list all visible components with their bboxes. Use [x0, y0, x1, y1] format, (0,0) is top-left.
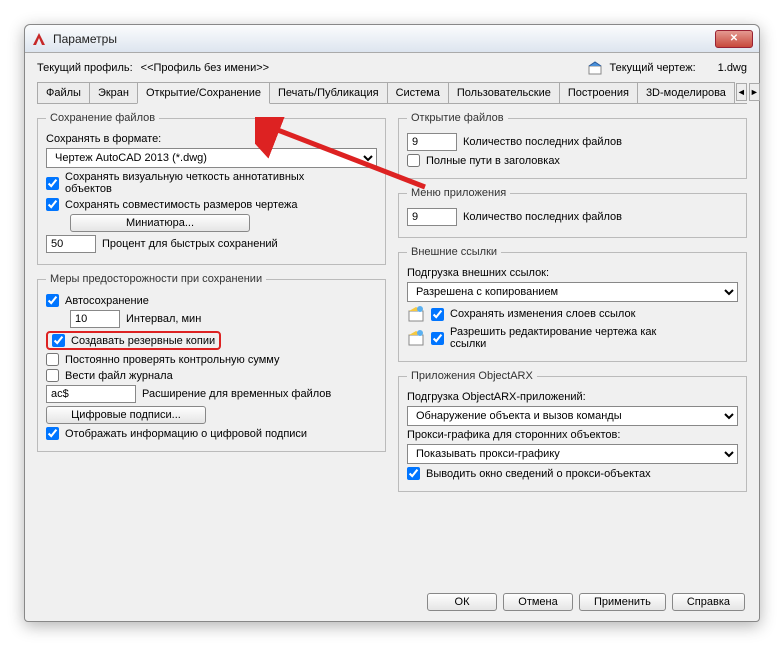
proxy-dlg-checkbox[interactable]: [407, 467, 420, 480]
visual-fidelity-label: Сохранять визуальную четкость аннотативн…: [65, 171, 315, 195]
drawing-value: 1.dwg: [718, 62, 747, 74]
legend-arx: Приложения ObjectARX: [407, 370, 537, 382]
tab-files[interactable]: Файлы: [37, 82, 90, 103]
arx-load-select[interactable]: Обнаружение объекта и вызов команды: [407, 406, 738, 426]
help-button[interactable]: Справка: [672, 593, 745, 611]
tab-draft[interactable]: Построения: [559, 82, 638, 103]
drawing-label: Текущий чертеж:: [610, 62, 696, 74]
tab-display[interactable]: Экран: [89, 82, 138, 103]
percent-input[interactable]: [46, 235, 96, 253]
profile-value: <<Профиль без имени>>: [141, 62, 269, 74]
visual-fidelity-checkbox[interactable]: [46, 177, 59, 190]
miniature-button[interactable]: Миниатюра...: [70, 214, 250, 232]
legend-open-files: Открытие файлов: [407, 112, 508, 124]
dim-compat-checkbox[interactable]: [46, 198, 59, 211]
legend-app-menu: Меню приложения: [407, 187, 510, 199]
drawing-icon: [588, 61, 602, 75]
profile-row: Текущий профиль: <<Профиль без имени>> Т…: [37, 61, 747, 75]
backup-label: Создавать резервные копии: [71, 335, 215, 347]
show-sign-label: Отображать информацию о цифровой подписи: [65, 428, 307, 440]
titlebar: Параметры ✕: [25, 25, 759, 53]
window-title: Параметры: [53, 32, 715, 46]
appmenu-recent-label: Количество последних файлов: [463, 211, 622, 223]
xref-layers-icon: [407, 305, 425, 323]
xref-edit-icon: [407, 329, 425, 347]
interval-input[interactable]: [70, 310, 120, 328]
backup-highlight: Создавать резервные копии: [46, 331, 221, 350]
recent-files-label: Количество последних файлов: [463, 136, 622, 148]
xref-edit-checkbox[interactable]: [431, 332, 444, 345]
profile-label: Текущий профиль:: [37, 62, 133, 74]
show-sign-checkbox[interactable]: [46, 427, 59, 440]
group-arx: Приложения ObjectARX Подгрузка ObjectARX…: [398, 370, 747, 492]
tab-3d[interactable]: 3D-моделирова: [637, 82, 735, 103]
apply-button[interactable]: Применить: [579, 593, 666, 611]
interval-label: Интервал, мин: [126, 313, 201, 325]
group-precaution: Меры предосторожности при сохранении Авт…: [37, 273, 386, 452]
tab-open-save[interactable]: Открытие/Сохранение: [137, 82, 270, 104]
xref-save-layer-label: Сохранять изменения слоев ссылок: [450, 308, 635, 320]
signatures-button[interactable]: Цифровые подписи...: [46, 406, 206, 424]
checksum-label: Постоянно проверять контрольную сумму: [65, 354, 279, 366]
legend-precaution: Меры предосторожности при сохранении: [46, 273, 266, 285]
full-paths-checkbox[interactable]: [407, 154, 420, 167]
proxy-label: Прокси-графика для сторонних объектов:: [407, 429, 620, 441]
options-dialog: Параметры ✕ Текущий профиль: <<Профиль б…: [24, 24, 760, 622]
close-button[interactable]: ✕: [715, 30, 753, 48]
xref-load-label: Подгрузка внешних ссылок:: [407, 267, 549, 279]
appmenu-recent-input[interactable]: [407, 208, 457, 226]
backup-checkbox[interactable]: [52, 334, 65, 347]
tab-scroll-right[interactable]: ►: [749, 83, 760, 101]
format-label: Сохранять в формате:: [46, 133, 161, 145]
proxy-select[interactable]: Показывать прокси-графику: [407, 444, 738, 464]
dim-compat-label: Сохранять совместимость размеров чертежа: [65, 199, 297, 211]
tab-system[interactable]: Система: [387, 82, 449, 103]
log-label: Вести файл журнала: [65, 370, 173, 382]
format-select[interactable]: Чертеж AutoCAD 2013 (*.dwg): [46, 148, 377, 168]
xref-load-select[interactable]: Разрешена с копированием: [407, 282, 738, 302]
xref-edit-label: Разрешить редактирование чертежа как ссы…: [450, 326, 690, 350]
autosave-label: Автосохранение: [65, 295, 149, 307]
group-app-menu: Меню приложения Количество последних фай…: [398, 187, 747, 238]
group-xrefs: Внешние ссылки Подгрузка внешних ссылок:…: [398, 246, 747, 362]
legend-save-files: Сохранение файлов: [46, 112, 159, 124]
autosave-checkbox[interactable]: [46, 294, 59, 307]
tab-scroll-left[interactable]: ◄: [736, 83, 747, 101]
tab-user[interactable]: Пользовательские: [448, 82, 560, 103]
recent-files-input[interactable]: [407, 133, 457, 151]
full-paths-label: Полные пути в заголовках: [426, 155, 560, 167]
ext-label: Расширение для временных файлов: [142, 388, 331, 400]
ext-input[interactable]: [46, 385, 136, 403]
tabs: Файлы Экран Открытие/Сохранение Печать/П…: [37, 81, 747, 104]
log-checkbox[interactable]: [46, 369, 59, 382]
footer-buttons: ОК Отмена Применить Справка: [427, 593, 745, 611]
xref-save-layer-checkbox[interactable]: [431, 308, 444, 321]
group-open-files: Открытие файлов Количество последних фай…: [398, 112, 747, 179]
autocad-logo-icon: [31, 31, 47, 47]
cancel-button[interactable]: Отмена: [503, 593, 573, 611]
proxy-dlg-label: Выводить окно сведений о прокси-объектах: [426, 468, 651, 480]
legend-xrefs: Внешние ссылки: [407, 246, 501, 258]
checksum-checkbox[interactable]: [46, 353, 59, 366]
ok-button[interactable]: ОК: [427, 593, 497, 611]
tab-plot[interactable]: Печать/Публикация: [269, 82, 388, 103]
group-save-files: Сохранение файлов Сохранять в формате: Ч…: [37, 112, 386, 265]
arx-load-label: Подгрузка ObjectARX-приложений:: [407, 391, 586, 403]
percent-label: Процент для быстрых сохранений: [102, 238, 278, 250]
